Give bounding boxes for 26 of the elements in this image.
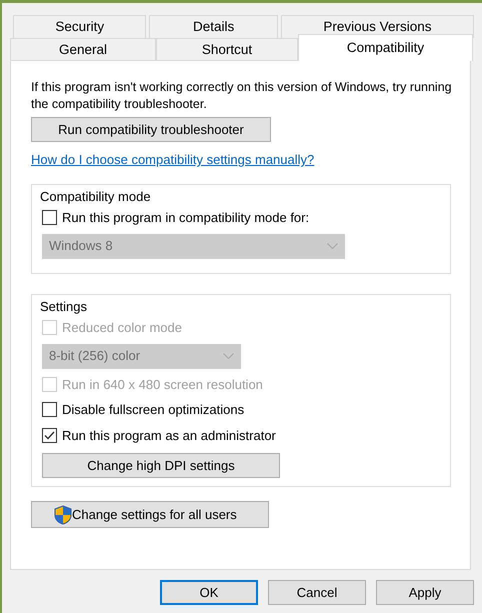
- dialog-button[interactable]: OK: [160, 580, 258, 605]
- checkbox[interactable]: [42, 402, 57, 418]
- checkbox[interactable]: [42, 428, 57, 443]
- tab[interactable]: General: [10, 38, 156, 61]
- dropdown: Windows 8: [42, 234, 345, 258]
- tab[interactable]: Compatibility: [298, 34, 473, 61]
- chevron-icon: [327, 243, 338, 249]
- checkbox-label: Run in 640 x 480 screen resolution: [62, 376, 263, 394]
- help-link[interactable]: How do I choose compatibility settings manually?: [31, 150, 314, 170]
- tab[interactable]: Details: [149, 15, 278, 38]
- shield-icon: [54, 504, 72, 524]
- dpi-settings-button[interactable]: Change high DPI settings: [42, 453, 280, 478]
- dropdown: 8-bit (256) color: [42, 344, 241, 368]
- checkbox-label: Reduced color mode: [62, 319, 182, 337]
- troubleshooter-button[interactable]: Run compatibility troubleshooter: [31, 117, 271, 142]
- dialog-button[interactable]: Apply: [376, 580, 474, 605]
- chevron-icon: [223, 353, 234, 359]
- dialog-button[interactable]: Cancel: [268, 580, 366, 605]
- checkbox-label: Disable fullscreen optimizations: [62, 401, 244, 419]
- intro-text: If this program isn't working correctly on this version of Windows, try running the compatibility troubleshooter.: [31, 79, 452, 113]
- tab[interactable]: Security: [13, 15, 146, 38]
- checkbox-label: Run this program in compatibility mode for:: [62, 209, 310, 227]
- tab[interactable]: Shortcut: [156, 38, 298, 61]
- checkbox-label: Run this program as an administrator: [62, 426, 276, 445]
- checkbox[interactable]: [42, 210, 57, 226]
- all-users-button[interactable]: Change settings for all users: [31, 501, 269, 528]
